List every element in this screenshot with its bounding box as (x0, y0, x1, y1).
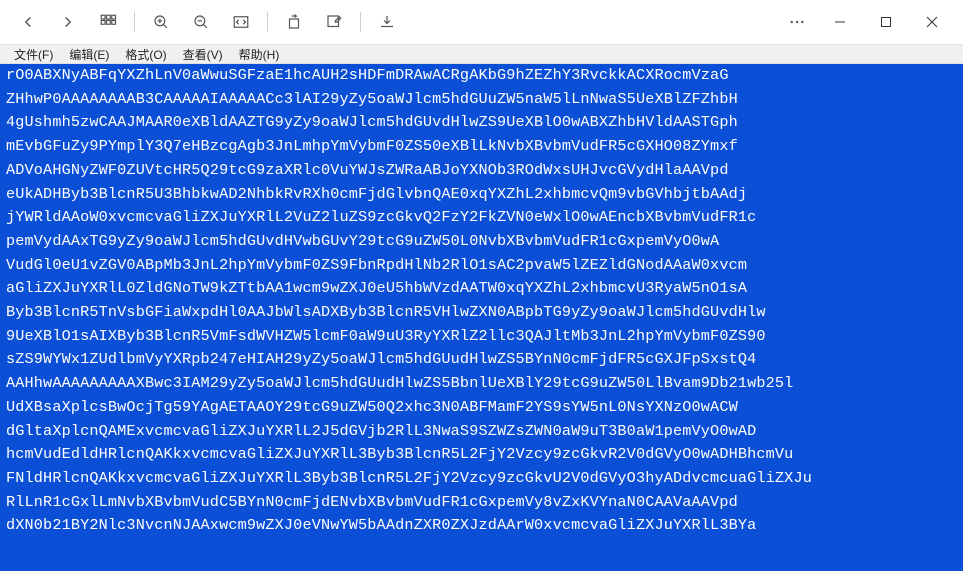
separator (134, 12, 135, 32)
edit-icon (325, 13, 343, 31)
text-line: dXN0b21BY2Nlc3NvcnNJAAxwcm9wZXJ0eVNwYW5b… (6, 514, 961, 538)
download-icon (378, 13, 396, 31)
menu-view[interactable]: 查看(V) (175, 46, 231, 63)
selected-text-block[interactable]: rO0ABXNyABFqYXZhLnV0aWwuSGFzaE1hcAUH2sHD… (0, 64, 963, 571)
viewer-toolbar (0, 0, 963, 44)
apps-button[interactable] (88, 0, 128, 44)
text-line: rO0ABXNyABFqYXZhLnV0aWwuSGFzaE1hcAUH2sHD… (6, 64, 961, 88)
text-line: VudGl0eU1vZGV0ABpMb3JnL2hpYmVybmF0ZS9Fbn… (6, 254, 961, 278)
text-content-area[interactable]: rO0ABXNyABFqYXZhLnV0aWwuSGFzaE1hcAUH2sHD… (0, 64, 963, 571)
maximize-icon (880, 16, 892, 28)
forward-icon (59, 13, 77, 31)
download-button[interactable] (367, 0, 407, 44)
edit-button[interactable] (314, 0, 354, 44)
nav-group (8, 0, 88, 44)
rotate-icon (285, 13, 303, 31)
text-line: aGliZXJuYXRlL0ZldGNoTW9kZTtbAA1wcm9wZXJ0… (6, 277, 961, 301)
text-line: sZS9WYWx1ZUdlbmVyYXRpb247eHIAH29yZy5oaWJ… (6, 348, 961, 372)
forward-button[interactable] (48, 0, 88, 44)
menu-edit[interactable]: 编辑(E) (61, 46, 117, 63)
text-line: FNldHRlcnQAKkxvcmcvaGliZXJuYXRlL3Byb3Blc… (6, 467, 961, 491)
text-line: mEvbGFuZy9PYmplY3Q7eHBzcgAgb3JnLmhpYmVyb… (6, 135, 961, 159)
text-line: RlLnR1cGxlLmNvbXBvbmVudC5BYnN0cmFjdENvbX… (6, 491, 961, 515)
more-button[interactable] (777, 0, 817, 44)
text-line: 9UeXBlO1sAIXByb3BlcnR5VmFsdWVHZW5lcmF0aW… (6, 325, 961, 349)
zoom-in-button[interactable] (141, 0, 181, 44)
menu-file[interactable]: 文件(F) (6, 46, 61, 63)
text-line: dGltaXplcnQAMExvcmcvaGliZXJuYXRlL2J5dGVj… (6, 420, 961, 444)
text-line: hcmVudEdldHRlcnQAKkxvcmcvaGliZXJuYXRlL3B… (6, 443, 961, 467)
zoom-out-icon (192, 13, 210, 31)
rotate-button[interactable] (274, 0, 314, 44)
menu-format[interactable]: 格式(O) (117, 46, 174, 63)
text-line: ADVoAHGNyZWF0ZUVtcHR5Q29tcG9zaXRlc0VuYWJ… (6, 159, 961, 183)
close-button[interactable] (909, 0, 955, 44)
minimize-icon (834, 16, 846, 28)
text-line: AAHhwAAAAAAAAAXBwc3IAM29yZy5oaWJlcm5hdGU… (6, 372, 961, 396)
text-line: UdXBsaXplcsBwOcjTg59YAgAETAAOY29tcG9uZW5… (6, 396, 961, 420)
text-line: jYWRldAAoW0xvcmcvaGliZXJuYXRlL2VuZ2luZS9… (6, 206, 961, 230)
text-line: eUkADHByb3BlcnR5U3BhbkwAD2NhbkRvRXh0cmFj… (6, 183, 961, 207)
zoom-in-icon (152, 13, 170, 31)
apps-icon (99, 13, 117, 31)
zoom-out-button[interactable] (181, 0, 221, 44)
fit-width-button[interactable] (221, 0, 261, 44)
back-icon (19, 13, 37, 31)
more-icon (788, 13, 806, 31)
notepad-menubar: 文件(F) 编辑(E) 格式(O) 查看(V) 帮助(H) (0, 44, 963, 64)
menu-help[interactable]: 帮助(H) (231, 46, 288, 63)
text-line: pemVydAAxTG9yZy9oaWJlcm5hdGUvdHVwbGUvY29… (6, 230, 961, 254)
separator (267, 12, 268, 32)
close-icon (926, 16, 938, 28)
text-line: Byb3BlcnR5TnVsbGFiaWxpdHl0AAJbWlsADXByb3… (6, 301, 961, 325)
minimize-button[interactable] (817, 0, 863, 44)
separator (360, 12, 361, 32)
back-button[interactable] (8, 0, 48, 44)
text-line: ZHhwP0AAAAAAAAB3CAAAAAIAAAAACc3lAI29yZy5… (6, 88, 961, 112)
fit-width-icon (231, 13, 251, 31)
text-line: 4gUshmh5zwCAAJMAAR0eXBldAAZTG9yZy9oaWJlc… (6, 111, 961, 135)
maximize-button[interactable] (863, 0, 909, 44)
